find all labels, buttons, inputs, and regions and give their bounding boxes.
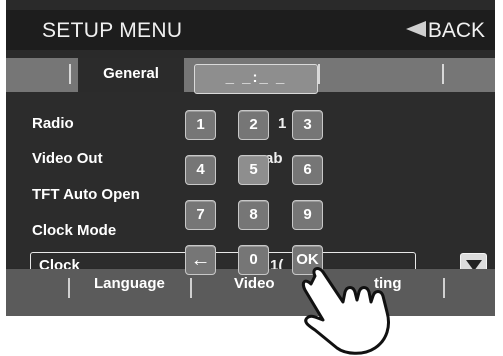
keypad-key-8[interactable]: 8 [238,200,269,230]
back-arrow-icon [405,21,426,38]
bottom-tab-divider [68,278,70,298]
tab-divider [69,64,71,84]
keypad-key-9[interactable]: 9 [292,200,323,230]
pointing-hand-icon [301,267,390,355]
setting-label-clock-mode: Clock Mode [32,222,117,239]
setup-screen: SETUP MENU BACK General Radio 1 Video Ou… [0,0,503,356]
back-label: BACK [427,19,485,42]
tab-video[interactable]: Video [234,275,275,292]
keypad-key-4[interactable]: 4 [185,155,216,185]
keypad-key-1[interactable]: 1 [185,110,216,140]
time-display: _ _:_ _ [194,64,318,94]
keypad-key-5[interactable]: 5 [238,155,269,185]
setting-label-radio: Radio [32,115,74,132]
setting-label-video-out: Video Out [32,150,103,167]
keypad-key-2[interactable]: 2 [238,110,269,140]
keypad-backspace-key[interactable]: ← [185,245,216,275]
tab-general[interactable]: General [78,58,184,92]
tab-language[interactable]: Language [94,275,165,292]
setting-label-tft-auto-open: TFT Auto Open [32,186,140,203]
setting-value-radio: 1 [278,115,287,132]
bottom-tab-divider [443,278,445,298]
keypad-key-3[interactable]: 3 [292,110,323,140]
tab-divider [318,64,320,84]
keypad-key-0[interactable]: 0 [238,245,269,275]
header-bar: SETUP MENU BACK [6,10,495,50]
back-button[interactable]: BACK [405,19,485,43]
bottom-tab-divider [190,278,192,298]
page-title: SETUP MENU [42,19,183,42]
keypad-key-6[interactable]: 6 [292,155,323,185]
keypad-key-7[interactable]: 7 [185,200,216,230]
tab-divider [442,64,444,84]
